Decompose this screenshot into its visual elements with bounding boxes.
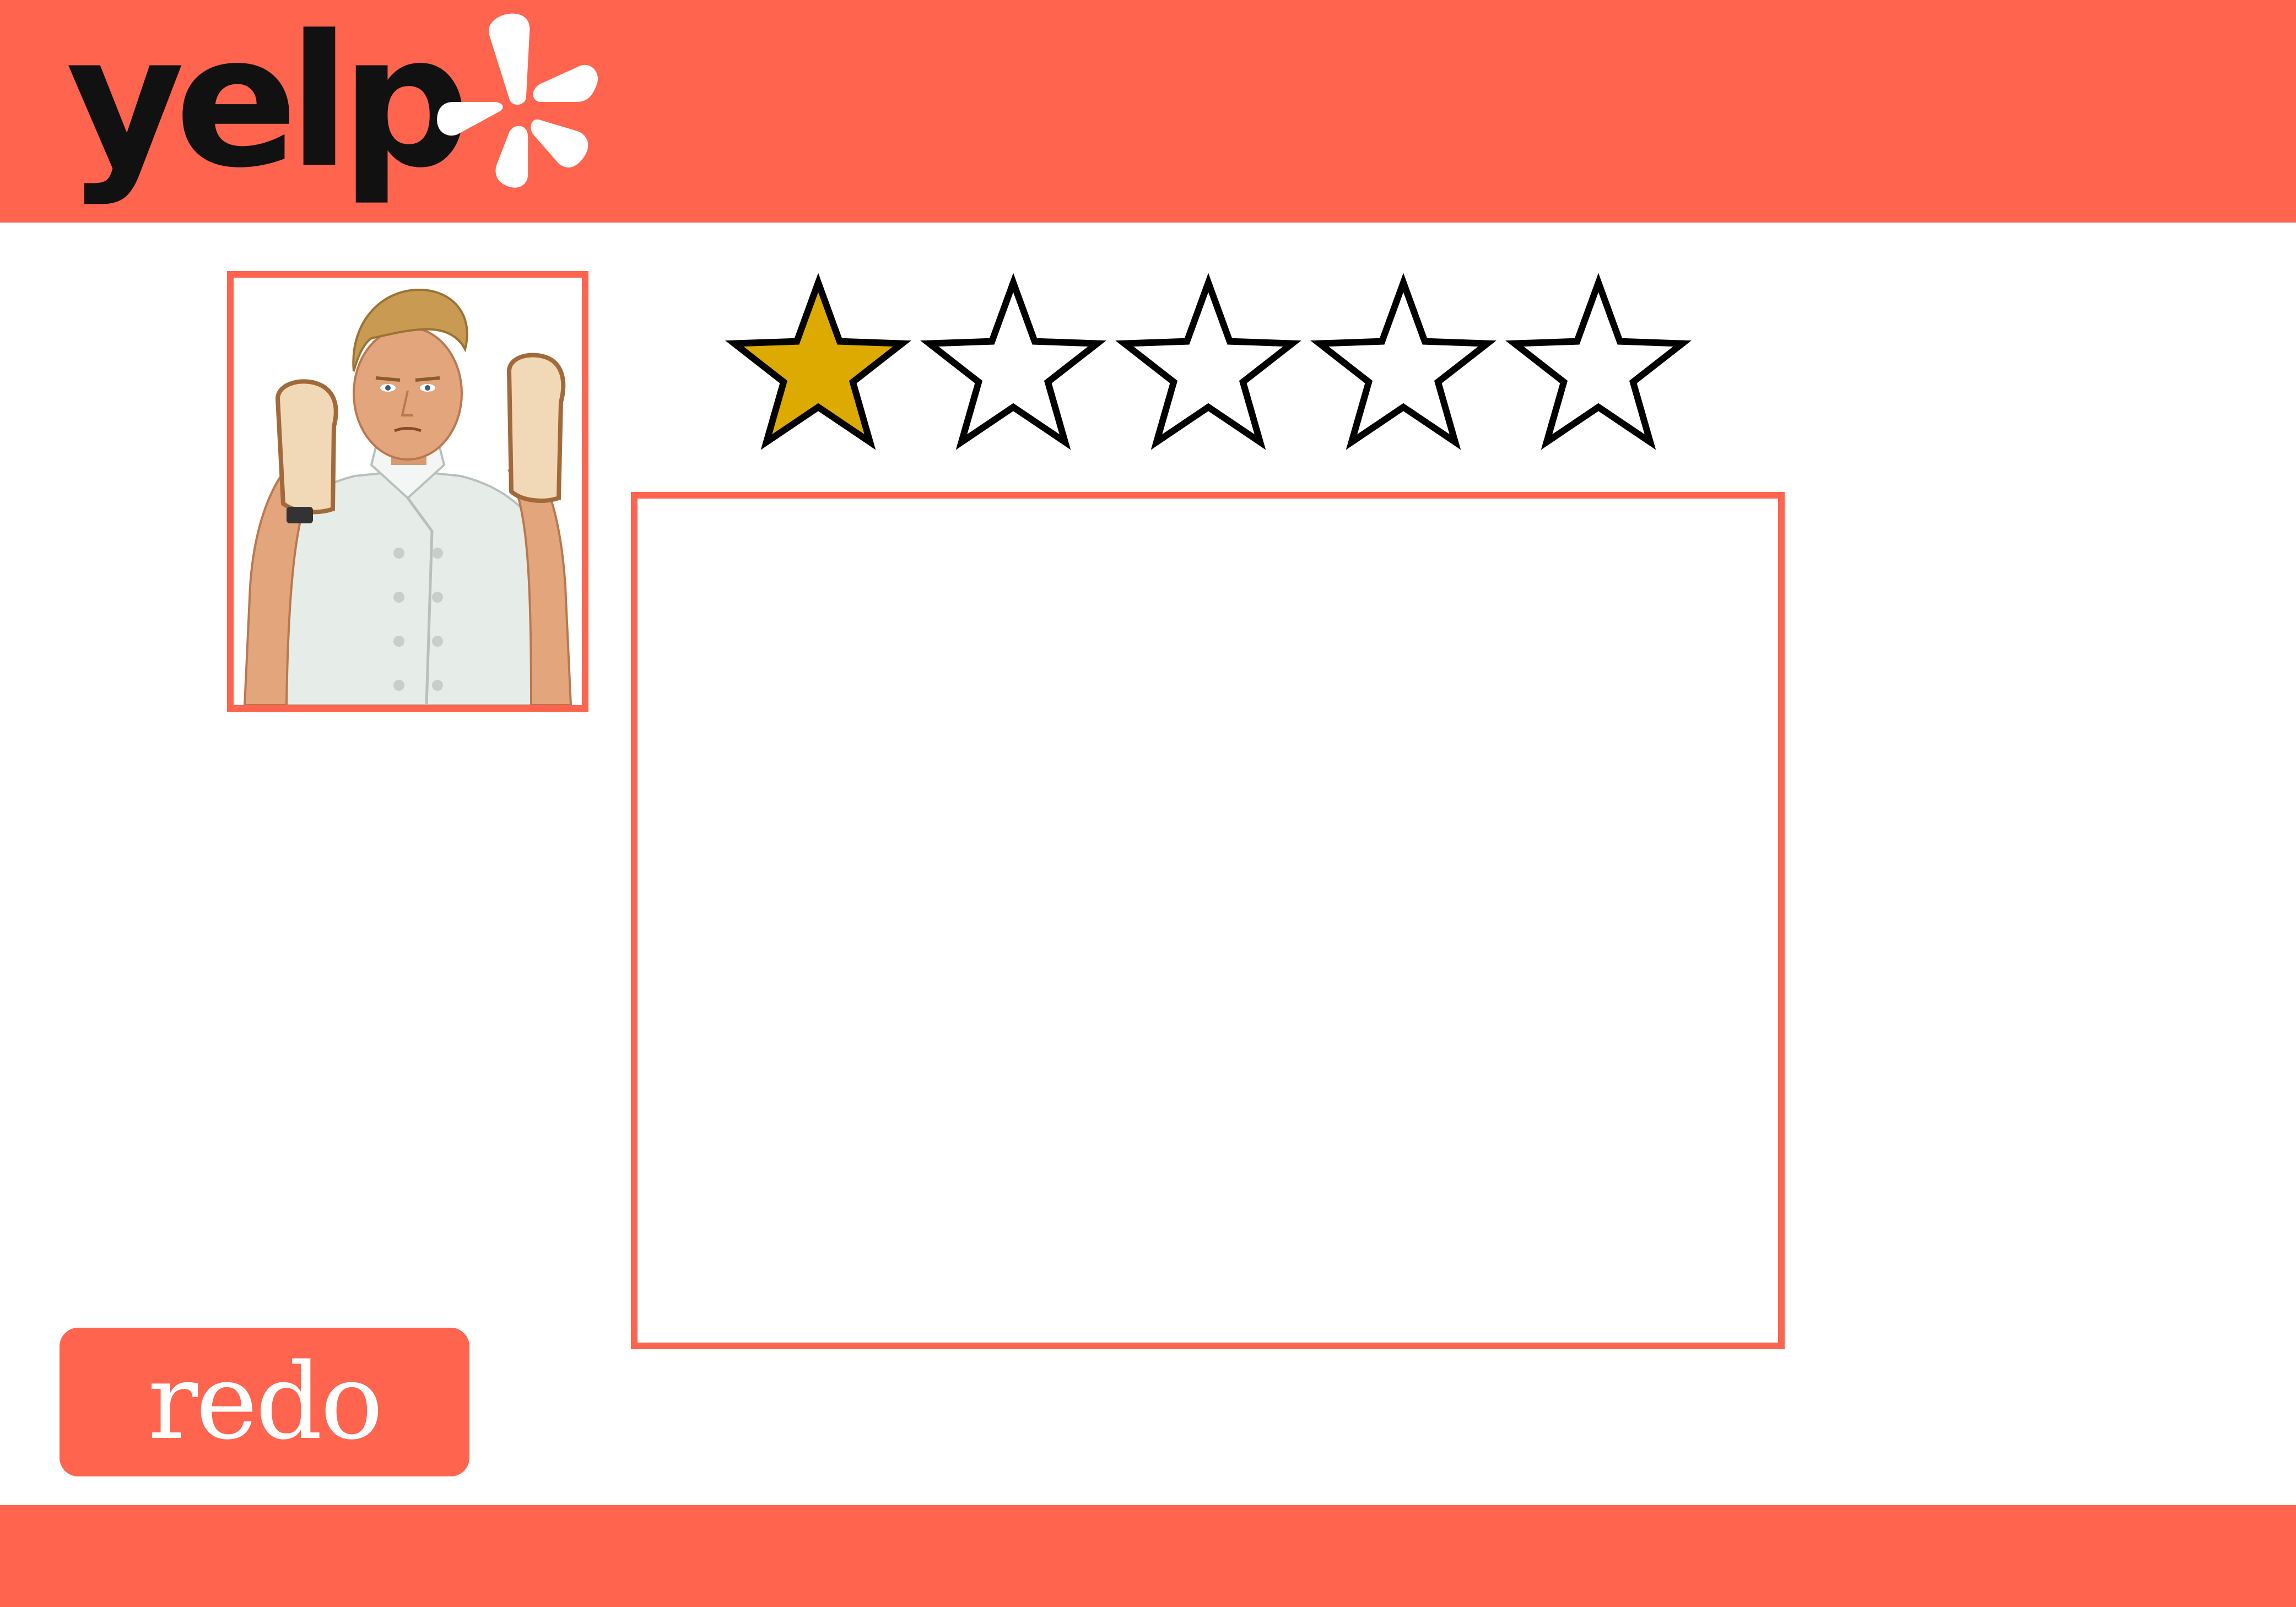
star-4-icon[interactable] — [1310, 273, 1497, 450]
review-text-area[interactable] — [631, 492, 1785, 1349]
header-bar: yelp — [0, 0, 2296, 223]
star-3-icon[interactable] — [1115, 273, 1301, 450]
reviewer-avatar — [227, 271, 588, 712]
star-1-icon[interactable] — [725, 273, 911, 450]
yelp-burst-icon — [437, 13, 598, 188]
star-rating[interactable] — [722, 273, 1697, 460]
footer-bar — [0, 1505, 2296, 1607]
chef-avatar — [234, 278, 582, 705]
yelp-logo[interactable]: yelp — [66, 0, 598, 209]
star-2-icon[interactable] — [920, 273, 1106, 450]
star-5-icon[interactable] — [1505, 273, 1692, 450]
logo-wordmark: yelp — [66, 0, 471, 208]
redo-button[interactable]: redo — [60, 1328, 469, 1476]
